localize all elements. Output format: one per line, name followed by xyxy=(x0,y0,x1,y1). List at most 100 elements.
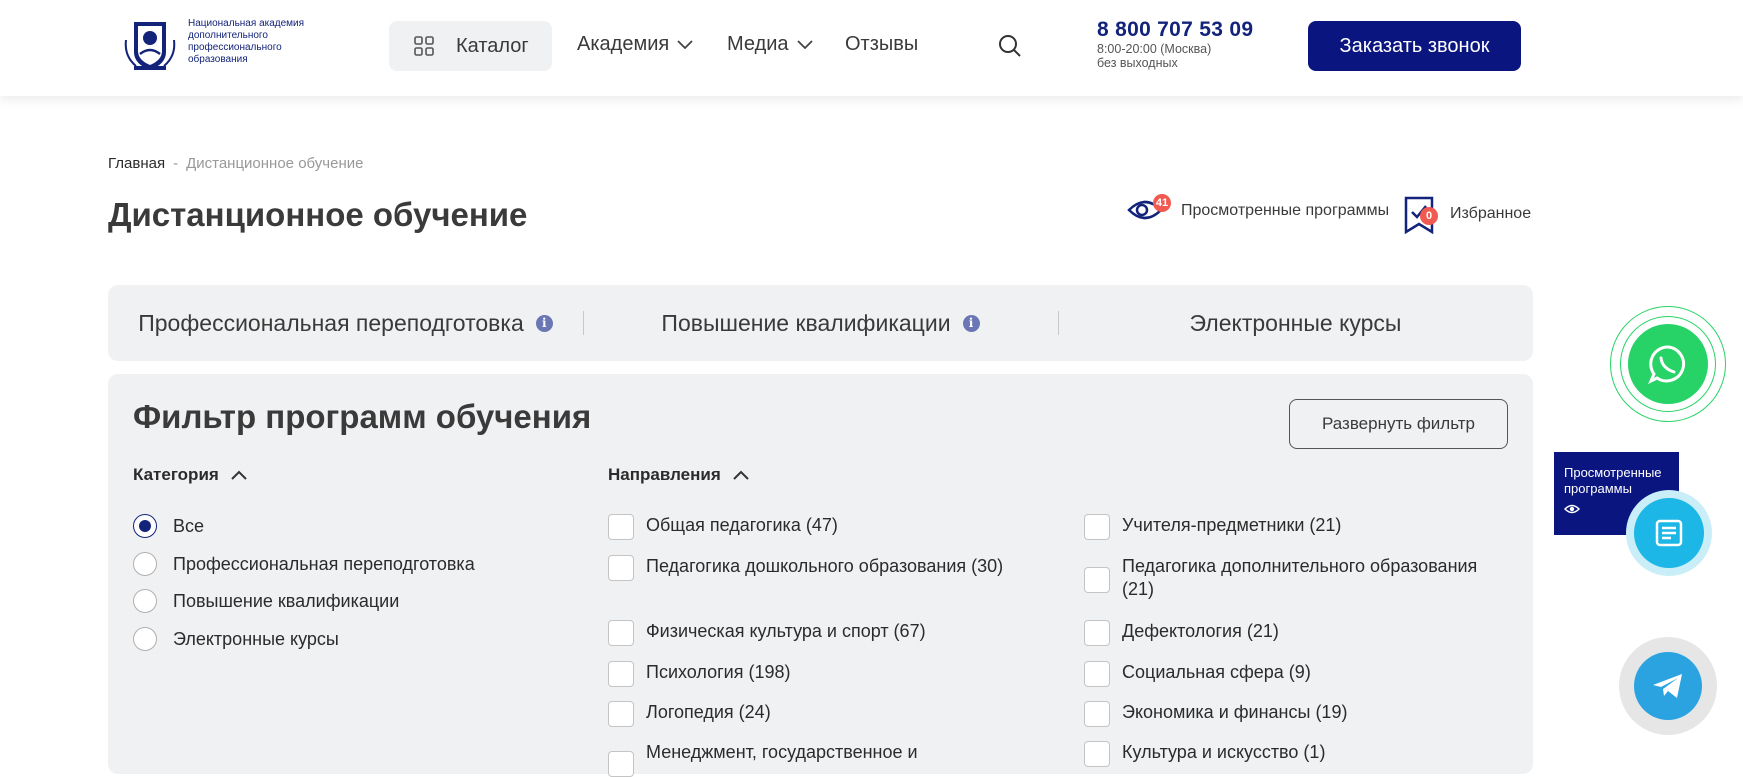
checkbox[interactable] xyxy=(608,514,634,540)
category-title: Категория xyxy=(133,465,219,484)
category-option-retraining[interactable]: Профессиональная переподготовка xyxy=(133,552,475,576)
checkbox[interactable] xyxy=(1084,620,1110,646)
category-option-qualification[interactable]: Повышение квалификации xyxy=(133,589,399,613)
direction-item[interactable]: Дефектология (21) xyxy=(1084,620,1504,646)
chat-button[interactable] xyxy=(1626,490,1712,576)
logo-text: Национальная академия дополнительного пр… xyxy=(188,18,305,65)
chat-core xyxy=(1634,498,1704,568)
academy-emblem-icon xyxy=(124,22,176,70)
message-icon xyxy=(1655,519,1683,547)
category-label: Повышение квалификации xyxy=(173,590,400,611)
direction-label: Физическая культура и спорт (67) xyxy=(646,621,926,641)
nav-academy[interactable]: Академия xyxy=(577,33,693,56)
chevron-down-icon xyxy=(796,39,813,49)
breadcrumb-separator: - xyxy=(173,155,179,172)
telegram-icon xyxy=(1653,674,1682,698)
direction-label: Логопедия (24) xyxy=(646,702,771,722)
tab-qualification-upgrade[interactable]: Повышение квалификации i xyxy=(583,285,1058,361)
logo[interactable]: Национальная академия дополнительного пр… xyxy=(120,18,318,72)
expand-filter-button[interactable]: Развернуть фильтр xyxy=(1289,399,1508,449)
order-call-button[interactable]: Заказать звонок xyxy=(1308,21,1521,71)
info-icon[interactable]: i xyxy=(962,314,980,332)
direction-label: Дефектология (21) xyxy=(1122,621,1279,641)
direction-item[interactable]: Культура и искусство (1) xyxy=(1084,741,1504,767)
tab-professional-retraining[interactable]: Профессиональная переподготовка i xyxy=(108,285,583,361)
viewed-count-badge: 41 xyxy=(1153,194,1171,212)
category-option-ecourses[interactable]: Электронные курсы xyxy=(133,627,339,651)
category-option-all[interactable]: Все xyxy=(133,514,204,538)
direction-item[interactable]: Учителя-предметники (21) xyxy=(1084,514,1504,540)
direction-item[interactable]: Педагогика дошкольного образования (30) xyxy=(608,555,1048,581)
breadcrumb-home[interactable]: Главная xyxy=(108,155,165,172)
grid-icon xyxy=(414,36,434,56)
direction-label: Менеджмент, государственное и xyxy=(646,742,918,762)
checkbox[interactable] xyxy=(1084,741,1110,767)
breadcrumb: Главная - Дистанционное обучение xyxy=(108,155,363,172)
working-days: без выходных xyxy=(1097,56,1178,70)
radio[interactable] xyxy=(133,589,157,613)
info-icon[interactable]: i xyxy=(535,314,553,332)
chevron-up-icon xyxy=(231,470,247,480)
whatsapp-ring xyxy=(1620,316,1716,412)
tab-label: Повышение квалификации xyxy=(661,309,951,336)
radio-selected[interactable] xyxy=(133,514,157,538)
radio[interactable] xyxy=(133,552,157,576)
eye-icon xyxy=(1563,504,1581,514)
favorites-count-badge: 0 xyxy=(1420,207,1438,225)
favorites-label: Избранное xyxy=(1450,205,1532,222)
chevron-down-icon xyxy=(677,39,693,49)
nav-media-label: Медиа xyxy=(727,33,789,55)
direction-item[interactable]: Экономика и финансы (19) xyxy=(1084,701,1504,727)
direction-item[interactable]: Общая педагогика (47) xyxy=(608,514,1048,540)
direction-label: Социальная сфера (9) xyxy=(1122,662,1311,682)
favorites-icon-wrap: 0 xyxy=(1404,196,1440,235)
catalog-label: Каталог xyxy=(456,34,529,57)
checkbox[interactable] xyxy=(1084,514,1110,540)
chevron-up-icon xyxy=(733,470,749,480)
direction-item[interactable]: Педагогика дополнительного образования (… xyxy=(1084,555,1504,601)
checkbox[interactable] xyxy=(1084,567,1110,593)
checkbox[interactable] xyxy=(608,661,634,687)
checkbox[interactable] xyxy=(608,701,634,727)
filter-panel: Фильтр программ обучения Развернуть филь… xyxy=(108,374,1533,777)
search-icon[interactable] xyxy=(998,34,1022,58)
direction-item[interactable]: Логопедия (24) xyxy=(608,701,1048,727)
category-section-toggle[interactable]: Категория xyxy=(133,465,247,485)
telegram-button[interactable] xyxy=(1619,637,1717,735)
direction-item[interactable]: Социальная сфера (9) xyxy=(1084,661,1504,687)
radio[interactable] xyxy=(133,627,157,651)
checkbox[interactable] xyxy=(1084,661,1110,687)
direction-label: Учителя-предметники (21) xyxy=(1122,515,1342,535)
tab-label: Профессиональная переподготовка xyxy=(138,309,524,336)
favorites-link[interactable]: 0 Избранное xyxy=(1404,196,1532,235)
checkbox[interactable] xyxy=(1084,701,1110,727)
direction-item[interactable]: Психология (198) xyxy=(608,661,1048,687)
viewed-icon-wrap: 41 xyxy=(1127,194,1171,226)
whatsapp-icon xyxy=(1648,345,1686,385)
nav-reviews[interactable]: Отзывы xyxy=(845,33,918,56)
checkbox[interactable] xyxy=(608,751,634,777)
nav-media[interactable]: Медиа xyxy=(727,33,813,56)
direction-item[interactable]: Менеджмент, государственное и xyxy=(608,741,1048,777)
nav-reviews-label: Отзывы xyxy=(845,33,919,55)
direction-label: Культура и искусство (1) xyxy=(1122,742,1326,762)
direction-label: Педагогика дошкольного образования (30) xyxy=(646,556,1004,576)
filter-title: Фильтр программ обучения xyxy=(133,398,592,435)
site-header: Национальная академия дополнительного пр… xyxy=(0,0,1743,96)
phone-number[interactable]: 8 800 707 53 09 xyxy=(1097,18,1253,42)
whatsapp-button[interactable] xyxy=(1610,306,1726,422)
category-label: Электронные курсы xyxy=(173,628,339,649)
direction-item[interactable]: Физическая культура и спорт (67) xyxy=(608,620,1048,646)
checkbox[interactable] xyxy=(608,555,634,581)
tab-electronic-courses[interactable]: Электронные курсы xyxy=(1058,285,1533,361)
checkbox[interactable] xyxy=(608,620,634,646)
directions-section-toggle[interactable]: Направления xyxy=(608,465,749,485)
nav-academy-label: Академия xyxy=(577,33,670,55)
catalog-button[interactable]: Каталог xyxy=(389,21,552,71)
tab-label: Электронные курсы xyxy=(1189,309,1402,336)
telegram-core xyxy=(1634,652,1702,720)
page-title: Дистанционное обучение xyxy=(108,196,528,233)
viewed-programs-link[interactable]: 41 Просмотренные программы xyxy=(1127,194,1389,226)
whatsapp-core xyxy=(1628,324,1708,404)
direction-label: Педагогика дополнительного образования (… xyxy=(1122,556,1478,599)
